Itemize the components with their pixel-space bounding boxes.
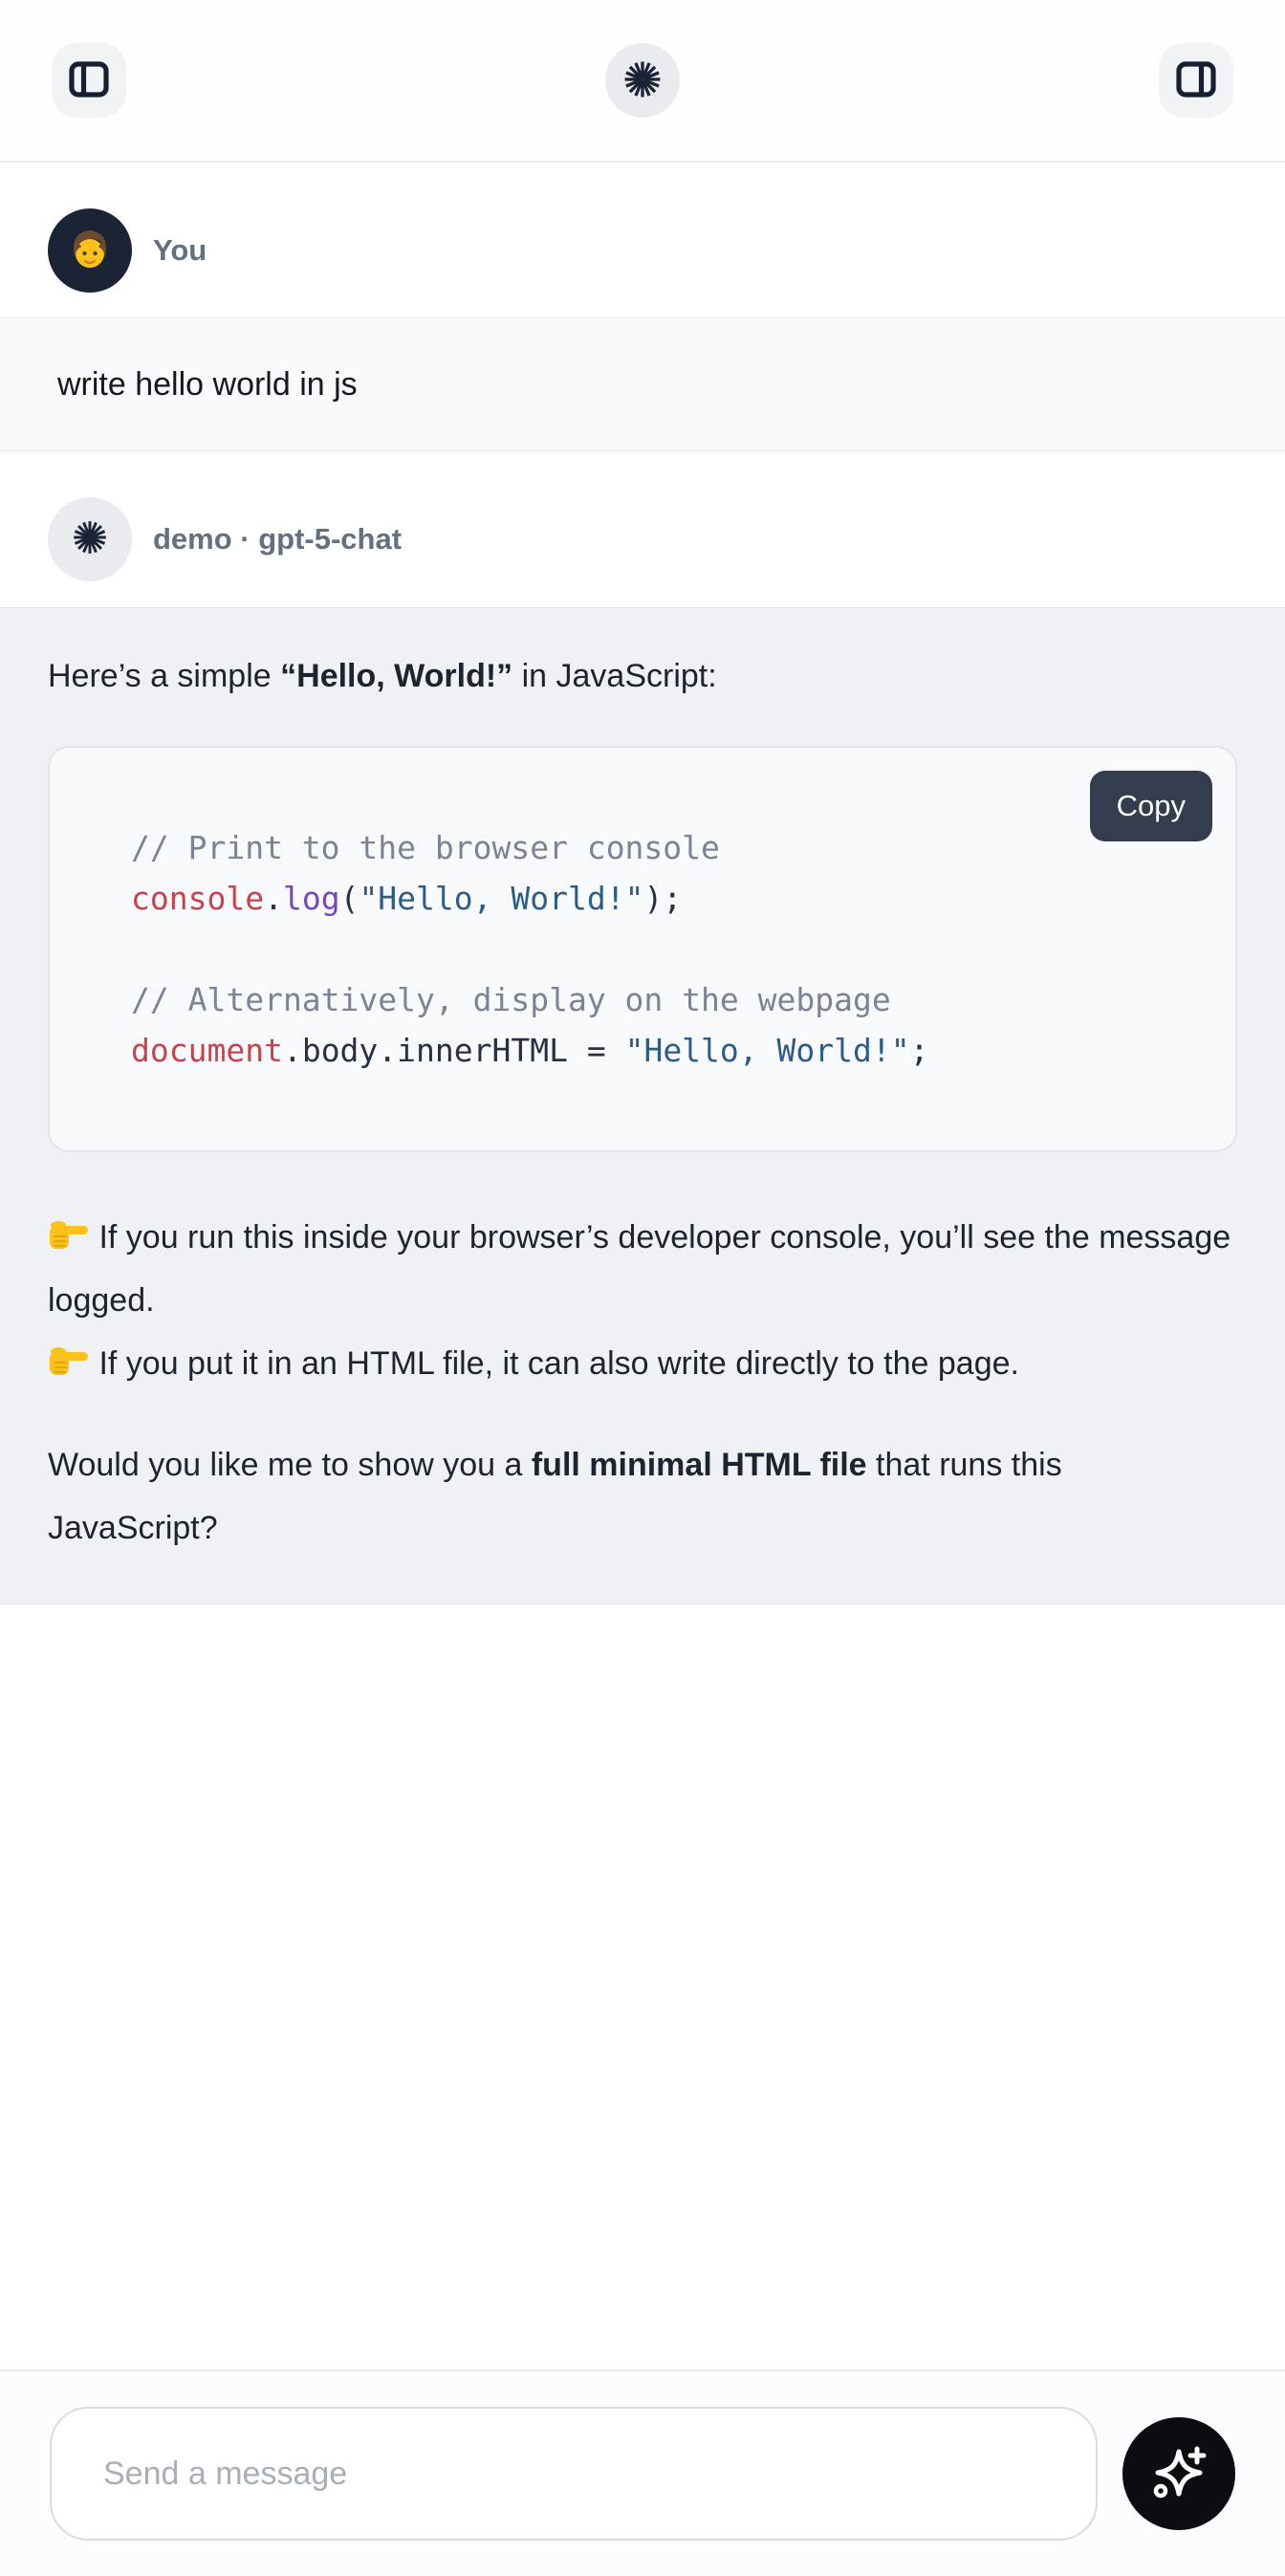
code-block: Copy // Print to the browser consolecons… (48, 746, 1237, 1152)
right-panel-toggle-button[interactable] (1159, 43, 1233, 118)
code-line: // Alternatively, display on the webpage (131, 974, 1178, 1025)
copy-code-button[interactable]: Copy (1090, 771, 1212, 841)
code-line: document.body.innerHTML = "Hello, World!… (131, 1025, 1178, 1076)
starburst-icon (71, 518, 109, 561)
user-message-text: write hello world in js (57, 366, 358, 404)
starburst-icon (621, 58, 664, 103)
message-composer (0, 2369, 1285, 2576)
sparkle-icon (1148, 2442, 1209, 2506)
top-bar (0, 0, 1285, 163)
user-sender-label: You (153, 233, 207, 268)
assistant-message-header: demo · gpt-5-chat (0, 497, 1285, 581)
pointing-right-emoji (48, 1206, 90, 1269)
code-line: // Print to the browser console (131, 822, 1178, 873)
user-message-header: You (0, 208, 1285, 293)
send-button[interactable] (1122, 2417, 1235, 2530)
assistant-question-text: Would you like me to show you a full min… (48, 1433, 1237, 1560)
assistant-sender-label: demo · gpt-5-chat (153, 522, 402, 557)
user-message-bubble: write hello world in js (0, 317, 1285, 451)
user-avatar (48, 208, 132, 293)
panel-right-icon (1174, 57, 1218, 104)
sidebar-toggle-button[interactable] (52, 43, 126, 118)
code-content: // Print to the browser consoleconsole.l… (131, 822, 1178, 1076)
assistant-tips-text: If you run this inside your browser’s de… (48, 1206, 1237, 1395)
panel-left-icon (67, 57, 111, 104)
model-logo-button[interactable] (605, 43, 680, 118)
assistant-message-bubble: Here’s a simple “Hello, World!” in JavaS… (0, 607, 1285, 1605)
code-line: console.log("Hello, World!"); (131, 873, 1178, 924)
person-emoji (62, 221, 118, 281)
message-input[interactable] (50, 2407, 1098, 2541)
code-line (131, 924, 1178, 974)
assistant-avatar (48, 497, 132, 581)
assistant-intro-text: Here’s a simple “Hello, World!” in JavaS… (48, 644, 1237, 708)
pointing-right-emoji (48, 1332, 90, 1395)
chat-app-window: You write hello world in js demo · gpt-5… (0, 0, 1285, 2576)
